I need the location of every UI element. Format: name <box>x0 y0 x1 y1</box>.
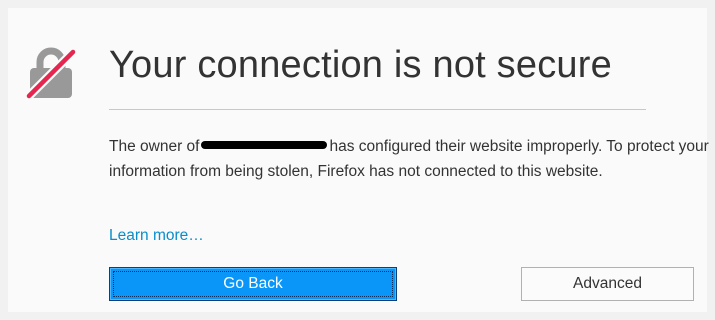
error-page: Your connection is not secure The owner … <box>8 8 709 312</box>
page-title: Your connection is not secure <box>109 44 612 86</box>
advanced-button[interactable]: Advanced <box>521 267 694 301</box>
redacted-domain <box>201 140 328 149</box>
error-description: The owner of has configured their website… <box>109 134 709 184</box>
description-prefix: The owner of <box>109 138 200 155</box>
learn-more-link[interactable]: Learn more… <box>109 227 204 245</box>
title-divider <box>109 109 646 110</box>
go-back-label: Go Back <box>223 275 283 292</box>
broken-lock-icon <box>26 47 76 100</box>
advanced-label: Advanced <box>573 275 642 292</box>
go-back-button[interactable]: Go Back <box>109 267 397 301</box>
